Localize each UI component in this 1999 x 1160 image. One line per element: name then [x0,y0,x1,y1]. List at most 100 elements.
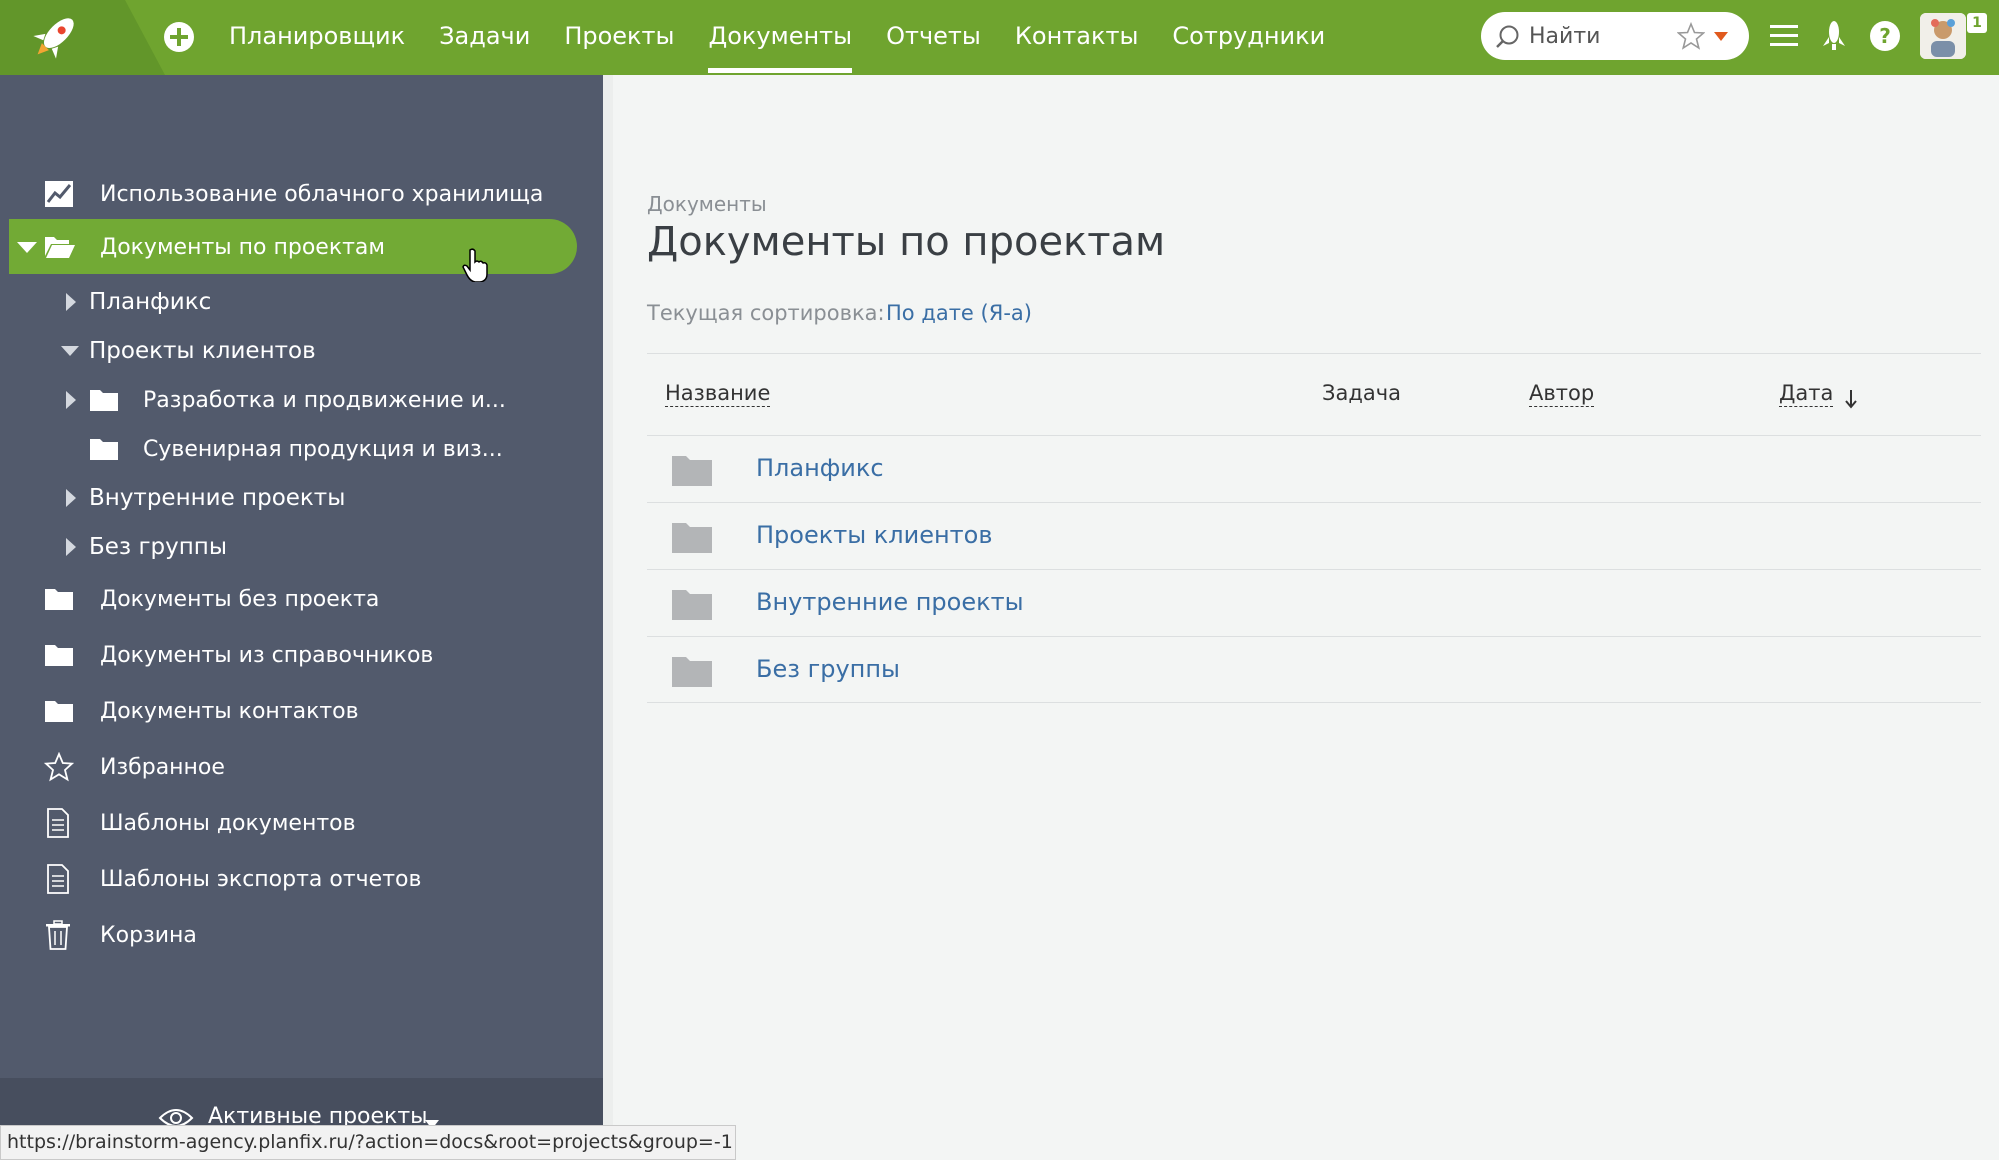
chart-line-icon [45,181,73,207]
row-name-link[interactable]: Внутренние проекты [756,588,1024,616]
page-title: Документы по проектам [647,219,1166,265]
column-header-name[interactable]: Название [665,381,771,407]
folder-icon [672,523,712,553]
sidebar-item-label: Внутренние проекты [89,485,346,511]
rocket-icon[interactable] [1822,20,1846,52]
nav-tasks[interactable]: Задачи [422,0,547,75]
table-row[interactable]: Внутренние проекты [647,570,1981,636]
search-icon [1496,25,1519,48]
main-nav: Планировщик Задачи Проекты Документы Отч… [212,0,1342,75]
sort-label: Текущая сортировка: [647,301,885,325]
sidebar-item-label: Использование облачного хранилища [100,181,544,207]
folder-icon [672,657,712,687]
folder-icon [90,390,118,411]
sidebar-item-label: Документы контактов [100,698,359,724]
add-button[interactable] [162,20,196,54]
help-icon[interactable]: ? [1869,20,1901,52]
sidebar-item-label: Сувенирная продукция и виз... [143,436,503,462]
nav-reports[interactable]: Отчеты [869,0,998,75]
chevron-down-icon[interactable] [1714,32,1728,41]
sidebar-item-label: Без группы [89,534,227,560]
sidebar-item-label: Документы по проектам [100,234,386,260]
main-edge [603,75,613,1160]
sidebar-item-label: Шаблоны экспорта отчетов [100,866,422,892]
status-bar-url: https://brainstorm-agency.planfix.ru/?ac… [0,1125,736,1160]
sidebar-item-planfix[interactable]: Планфикс [0,275,603,329]
nav-employees[interactable]: Сотрудники [1155,0,1342,75]
sort-value-link[interactable]: По дате (Я-а) [886,301,1032,325]
star-icon [44,752,74,782]
collapse-arrow-icon[interactable] [61,346,79,356]
row-name-link[interactable]: Без группы [756,655,900,683]
table-row[interactable]: Проекты клиентов [647,503,1981,569]
sidebar-item-trash[interactable]: Корзина [0,908,603,962]
sidebar-item-docs-from-directories[interactable]: Документы из справочников [0,628,603,682]
trash-icon [46,920,70,950]
collapse-arrow-icon[interactable] [17,242,37,253]
document-icon [47,864,69,894]
table-row[interactable]: Планфикс [647,436,1981,502]
sidebar-item-docs-by-projects[interactable]: Документы по проектам [0,220,603,274]
star-icon[interactable] [1677,22,1705,50]
row-name-link[interactable]: Проекты клиентов [756,521,992,549]
expand-arrow-icon[interactable] [66,538,76,556]
folder-icon [672,590,712,620]
user-avatar-icon [1920,13,1966,59]
avatar[interactable] [1920,13,1966,59]
menu-icon[interactable] [1770,23,1798,49]
sidebar-item-development-project[interactable]: Разработка и продвижение и... [0,373,603,427]
column-header-date[interactable]: Дата [1779,381,1834,407]
sort-arrow-down-icon[interactable] [1844,389,1858,409]
column-header-task: Задача [1322,381,1401,405]
sidebar: Использование облачного хранилища Докуме… [0,75,603,1160]
sidebar-item-internal-projects[interactable]: Внутренние проекты [0,471,603,525]
svg-text:?: ? [1879,24,1891,48]
nav-planner[interactable]: Планировщик [212,0,422,75]
sidebar-item-label: Шаблоны документов [100,810,356,836]
expand-arrow-icon[interactable] [66,489,76,507]
sidebar-item-client-projects[interactable]: Проекты клиентов [0,324,603,378]
sidebar-item-no-group[interactable]: Без группы [0,520,603,574]
top-navigation-bar: Планировщик Задачи Проекты Документы Отч… [0,0,1999,75]
table-row[interactable]: Без группы [647,637,1981,703]
sidebar-item-contact-docs[interactable]: Документы контактов [0,684,603,738]
main-content: Документы Документы по проектам Текущая … [603,75,1999,1160]
sidebar-item-label: Проекты клиентов [89,338,316,364]
sidebar-item-docs-without-project[interactable]: Документы без проекта [0,572,603,626]
expand-arrow-icon[interactable] [66,293,76,311]
divider [647,702,1981,703]
document-icon [47,808,69,838]
hand-cursor-icon [462,248,488,282]
sidebar-item-label: Разработка и продвижение и... [143,387,506,413]
search-box[interactable] [1481,12,1749,60]
sidebar-item-label: Документы из справочников [100,642,434,668]
breadcrumb[interactable]: Документы [647,192,767,216]
notification-badge[interactable]: 1 [1967,13,1987,33]
sidebar-item-souvenir-project[interactable]: Сувенирная продукция и виз... [0,422,603,476]
divider [647,353,1981,354]
nav-projects[interactable]: Проекты [547,0,691,75]
search-input[interactable] [1529,20,1669,52]
sidebar-item-doc-templates[interactable]: Шаблоны документов [0,796,603,850]
folder-icon [672,456,712,486]
sidebar-item-label: Корзина [100,922,197,948]
logo[interactable] [0,0,165,75]
folder-icon [45,701,73,722]
folder-icon [45,589,73,610]
plus-circle-icon [164,22,194,52]
row-name-link[interactable]: Планфикс [756,454,884,482]
folder-open-icon [45,237,75,258]
sidebar-item-label: Избранное [100,754,225,780]
sidebar-item-label: Планфикс [89,289,212,315]
rocket-logo-icon [0,0,165,75]
column-header-author[interactable]: Автор [1529,381,1595,407]
nav-documents[interactable]: Документы [691,0,869,75]
sidebar-item-export-templates[interactable]: Шаблоны экспорта отчетов [0,852,603,906]
expand-arrow-icon[interactable] [66,391,76,409]
nav-contacts[interactable]: Контакты [998,0,1156,75]
folder-icon [45,645,73,666]
sidebar-item-favorites[interactable]: Избранное [0,740,603,794]
sidebar-item-label: Документы без проекта [100,586,380,612]
folder-icon [90,439,118,460]
sidebar-item-cloud-storage[interactable]: Использование облачного хранилища [0,167,603,221]
